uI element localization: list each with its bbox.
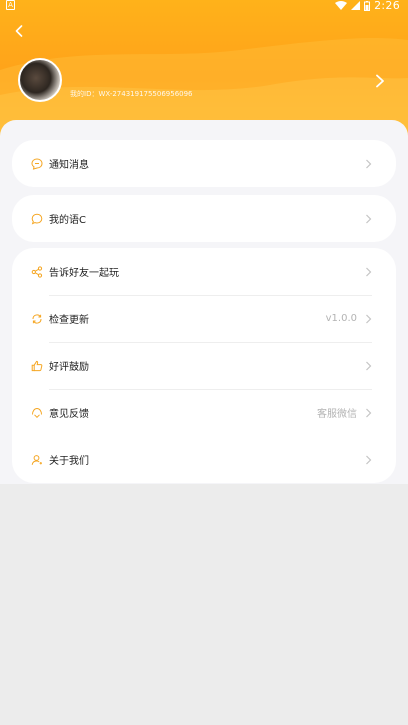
chevron-right-icon (366, 314, 372, 323)
menu-item-label: 我的语C (49, 215, 86, 226)
menu-item-label: 告诉好友一起玩 (49, 268, 119, 279)
chevron-right-icon (366, 159, 372, 168)
menu-item-about[interactable]: 关于我们 (12, 436, 396, 483)
back-icon (15, 25, 23, 37)
status-time: 2:26 (374, 0, 400, 12)
menu-item-my-yuc[interactable]: 我的语C (12, 195, 396, 242)
back-button[interactable] (10, 22, 28, 40)
notification-badge: A (6, 0, 15, 10)
notifications-card: 通知消息 (12, 140, 396, 187)
thumbs-up-icon (31, 360, 43, 371)
chat-bubble-icon (31, 213, 43, 224)
menu-item-label: 好评鼓励 (49, 362, 89, 373)
battery-icon (364, 0, 371, 11)
user-icon (31, 454, 42, 465)
chevron-right-icon (366, 408, 372, 417)
chevron-right-icon (366, 267, 372, 276)
menu-item-rate[interactable]: 好评鼓励 (12, 342, 396, 389)
profile-header: A 2:26 我的ID：WX-274319175506956096 (0, 0, 408, 140)
chevron-right-icon (366, 214, 372, 223)
menu-item-label: 通知消息 (49, 160, 89, 171)
share-icon (31, 265, 43, 278)
menu-content: 通知消息 我的语C 告诉好友一起玩 检查更新 v1.0.0 好评鼓励 意见反馈 … (0, 120, 408, 484)
message-icon (31, 157, 43, 170)
wifi-icon (335, 1, 348, 10)
profile-row[interactable]: 我的ID：WX-274319175506956096 (0, 55, 408, 111)
refresh-icon (32, 313, 42, 324)
menu-item-notifications[interactable]: 通知消息 (12, 140, 396, 187)
menu-item-label: 意见反馈 (49, 409, 89, 420)
chevron-right-icon (376, 74, 384, 88)
chevron-right-icon (366, 361, 372, 370)
avatar[interactable] (18, 58, 62, 102)
menu-item-label: 检查更新 (49, 315, 89, 326)
menu-item-feedback[interactable]: 意见反馈 客服微信 (12, 389, 396, 436)
settings-card: 告诉好友一起玩 检查更新 v1.0.0 好评鼓励 意见反馈 客服微信 关于我们 (12, 248, 396, 483)
version-value: v1.0.0 (325, 313, 357, 324)
signal-icon (351, 1, 361, 10)
status-bar: A 2:26 (0, 0, 408, 12)
menu-item-check-update[interactable]: 检查更新 v1.0.0 (12, 295, 396, 342)
menu-item-label: 关于我们 (49, 456, 89, 467)
my-yuc-card: 我的语C (12, 195, 396, 242)
user-id: 我的ID：WX-274319175506956096 (70, 90, 193, 98)
menu-item-share[interactable]: 告诉好友一起玩 (12, 248, 396, 295)
feedback-icon (32, 407, 42, 418)
chevron-right-icon (366, 455, 372, 464)
customer-service-value: 客服微信 (317, 409, 357, 420)
